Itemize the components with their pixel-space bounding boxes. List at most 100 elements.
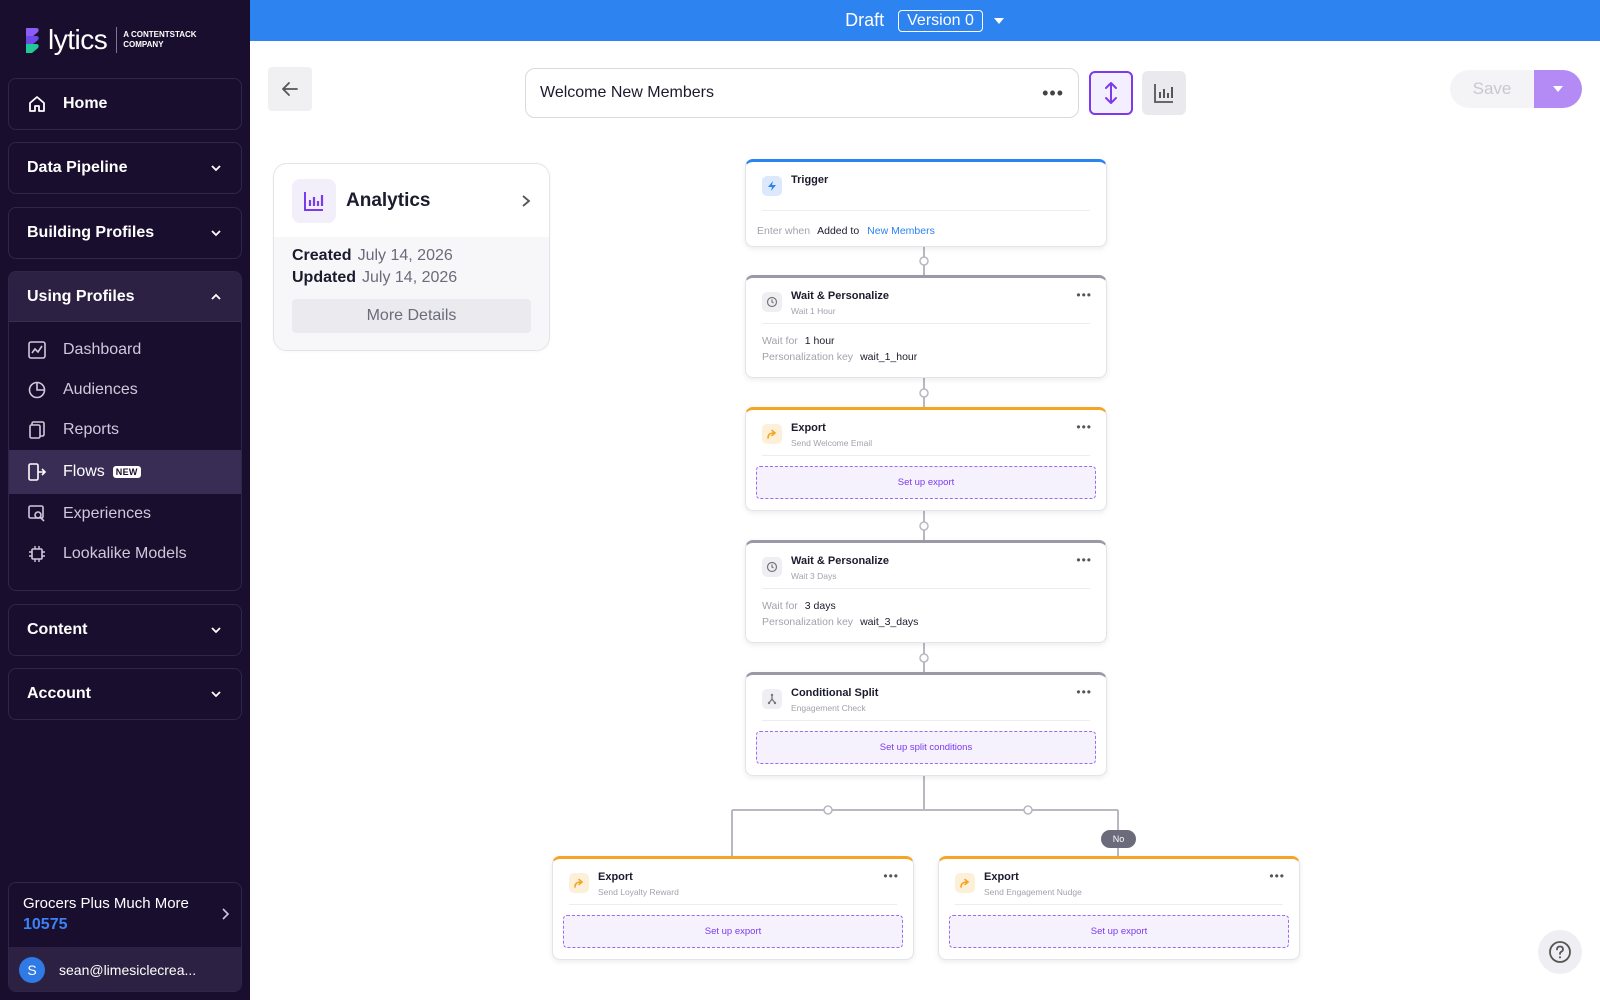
personalization-key: Personalization key wait_1_hour xyxy=(746,349,1106,365)
nav-using-profiles-label: Using Profiles xyxy=(27,287,135,305)
sidebar-item-label: Reports xyxy=(63,421,120,438)
nav-content[interactable]: Content xyxy=(8,604,242,656)
user-email: sean@limesiclecrea... xyxy=(59,962,197,978)
wait-for-value: 1 hour xyxy=(804,335,835,347)
nav-data-pipeline-label: Data Pipeline xyxy=(27,159,128,176)
chevron-right-icon xyxy=(222,908,230,920)
lytics-logo-icon xyxy=(26,28,39,53)
setup-export-button[interactable]: Set up export xyxy=(756,466,1096,499)
caret-down-icon[interactable] xyxy=(993,17,1005,25)
setup-export-button[interactable]: Set up export xyxy=(949,915,1289,948)
help-button[interactable] xyxy=(1538,930,1582,974)
trigger-node[interactable]: Trigger Enter when Added to New Members xyxy=(745,159,1107,247)
vertical-layout-button[interactable] xyxy=(1089,71,1133,115)
chip-icon xyxy=(29,546,45,562)
sidebar-item-audiences[interactable]: Audiences xyxy=(9,370,241,410)
new-badge: NEW xyxy=(112,466,141,478)
more-options-icon[interactable]: ••• xyxy=(1042,83,1064,104)
chevron-down-icon xyxy=(211,165,221,172)
org-id: 10575 xyxy=(23,916,68,933)
conditional-split-node[interactable]: Conditional Split Engagement Check ••• S… xyxy=(745,672,1107,776)
node-menu-icon[interactable]: ••• xyxy=(883,870,899,882)
user-menu[interactable]: S sean@limesiclecrea... xyxy=(9,947,241,991)
wait-node[interactable]: Wait & Personalize Wait 1 Hour ••• Wait … xyxy=(745,275,1107,378)
analytics-header[interactable]: Analytics xyxy=(274,164,549,237)
export-node[interactable]: Export Send Engagement Nudge ••• Set up … xyxy=(938,856,1300,960)
sidebar-item-label: Audiences xyxy=(63,381,138,398)
node-divider xyxy=(762,323,1090,324)
save-options-button[interactable] xyxy=(1534,70,1582,108)
nav-building-profiles[interactable]: Building Profiles xyxy=(8,207,242,259)
split-icon xyxy=(762,689,782,709)
node-title: Conditional Split xyxy=(791,687,879,699)
wait-node[interactable]: Wait & Personalize Wait 3 Days ••• Wait … xyxy=(745,540,1107,643)
sidebar-item-flows[interactable]: Flows NEW xyxy=(9,450,241,494)
home-icon xyxy=(29,96,45,112)
draft-status: Draft xyxy=(845,10,885,30)
flow-name-field[interactable]: Welcome New Members ••• xyxy=(525,68,1079,118)
node-menu-icon[interactable]: ••• xyxy=(1076,289,1092,301)
created-date: July 14, 2026 xyxy=(357,247,453,264)
updated-date: July 14, 2026 xyxy=(362,269,458,286)
org-selector[interactable]: Grocers Plus Much More 10575 xyxy=(9,883,241,947)
sidebar: lytics A CONTENTSTACK COMPANY Home Data … xyxy=(0,0,250,1000)
arrow-left-icon xyxy=(282,82,298,96)
wait-for-label: Wait for xyxy=(762,335,798,347)
analytics-panel: Analytics Created July 14, 2026 Updated Ju… xyxy=(273,163,550,351)
node-divider xyxy=(569,904,897,905)
nav-account[interactable]: Account xyxy=(8,668,242,720)
version-selector[interactable]: Version 0 xyxy=(898,9,983,32)
export-arrow-icon xyxy=(955,873,975,893)
version-bar: Draft Version 0 xyxy=(250,0,1600,41)
node-menu-icon[interactable]: ••• xyxy=(1076,421,1092,433)
node-subtitle: Send Welcome Email xyxy=(791,438,873,448)
export-node[interactable]: Export Send Welcome Email ••• Set up exp… xyxy=(745,407,1107,511)
personalization-key: Personalization key wait_3_days xyxy=(746,614,1106,630)
lightning-icon xyxy=(762,176,782,196)
flows-icon xyxy=(28,463,47,481)
nav-using-profiles[interactable]: Using Profiles xyxy=(9,272,241,322)
wait-duration: Wait for 3 days xyxy=(746,598,1106,614)
updated-row: Updated July 14, 2026 xyxy=(292,267,531,289)
chevron-down-icon xyxy=(211,691,221,698)
connector-handle xyxy=(1023,805,1033,815)
personalization-key-label: Personalization key xyxy=(762,351,854,363)
sidebar-item-label: Experiences xyxy=(63,505,152,522)
lytics-logo[interactable]: lytics A CONTENTSTACK COMPANY xyxy=(22,24,203,56)
node-subtitle: Send Engagement Nudge xyxy=(984,887,1082,897)
sidebar-item-reports[interactable]: Reports xyxy=(9,410,241,450)
trigger-audience-link[interactable]: New Members xyxy=(867,225,935,237)
setup-export-button[interactable]: Set up export xyxy=(563,915,903,948)
reports-icon xyxy=(29,421,45,439)
analytics-icon xyxy=(292,178,336,223)
node-divider xyxy=(955,904,1283,905)
more-details-button[interactable]: More Details xyxy=(292,299,531,333)
bar-chart-icon xyxy=(1154,84,1173,103)
node-subtitle: Wait 1 Hour xyxy=(791,306,836,316)
sidebar-item-experiences[interactable]: Experiences xyxy=(9,494,241,534)
node-menu-icon[interactable]: ••• xyxy=(1076,554,1092,566)
nav-content-label: Content xyxy=(27,621,88,638)
export-node[interactable]: Export Send Loyalty Reward ••• Set up ex… xyxy=(552,856,914,960)
sidebar-item-dashboard[interactable]: Dashboard xyxy=(9,330,241,370)
sidebar-item-lookalike-models[interactable]: Lookalike Models xyxy=(9,534,241,574)
trigger-condition: Enter when Added to New Members xyxy=(746,223,1106,239)
node-divider xyxy=(762,588,1090,589)
analytics-meta: Created July 14, 2026 Updated July 14, 202… xyxy=(274,237,549,350)
analytics-toggle-button[interactable] xyxy=(1142,71,1186,115)
question-icon xyxy=(1549,941,1571,963)
export-arrow-icon xyxy=(762,424,782,444)
nav-data-pipeline[interactable]: Data Pipeline xyxy=(8,142,242,194)
created-row: Created July 14, 2026 xyxy=(292,245,531,267)
personalization-key-label: Personalization key xyxy=(762,616,854,628)
flow-name: Welcome New Members xyxy=(540,84,714,101)
node-menu-icon[interactable]: ••• xyxy=(1269,870,1285,882)
nav-home[interactable]: Home xyxy=(8,78,242,130)
connector-handle xyxy=(919,388,929,398)
node-subtitle: Send Loyalty Reward xyxy=(598,887,679,897)
back-button[interactable] xyxy=(268,67,312,111)
setup-split-conditions-button[interactable]: Set up split conditions xyxy=(756,731,1096,764)
node-menu-icon[interactable]: ••• xyxy=(1076,686,1092,698)
connector-handle xyxy=(823,805,833,815)
save-button[interactable]: Save xyxy=(1450,70,1534,108)
